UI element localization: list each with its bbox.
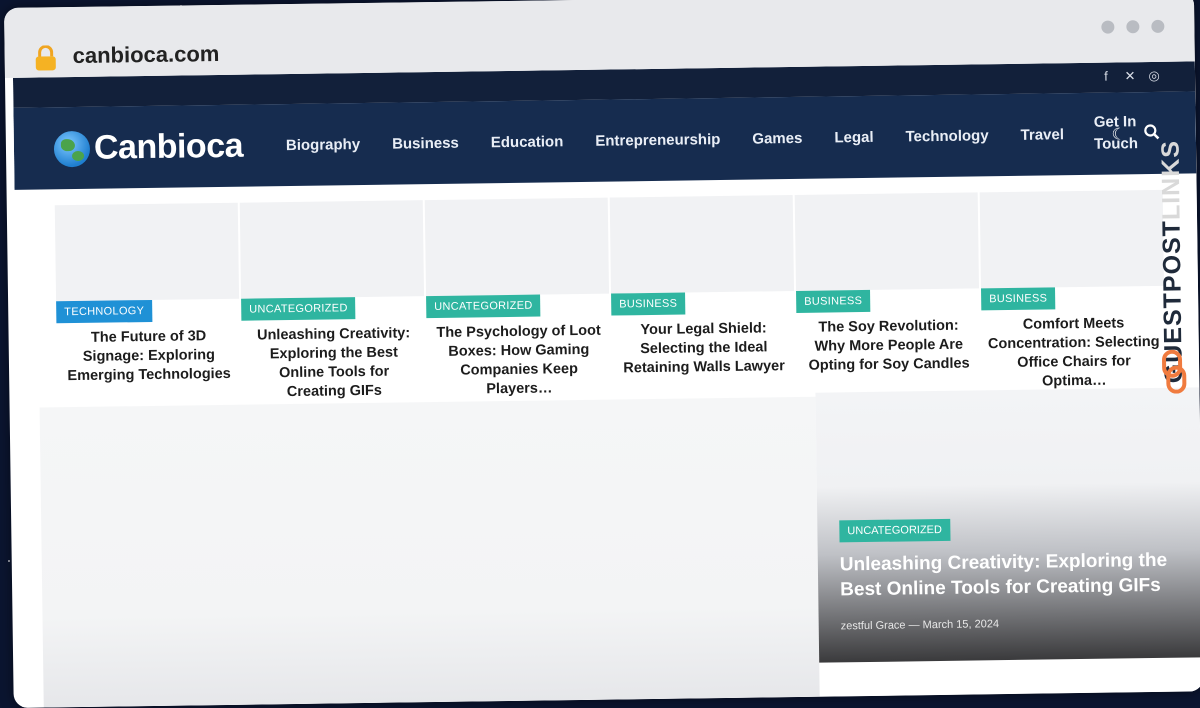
post-title[interactable]: Unleashing Creativity: Exploring the Bes… <box>247 324 420 402</box>
post-card[interactable]: TECHNOLOGY The Future of 3D Signage: Exp… <box>54 202 243 396</box>
post-title[interactable]: The Future of 3D Signage: Exploring Emer… <box>62 327 235 386</box>
meta-separator: — <box>908 619 920 632</box>
post-thumbnail[interactable] <box>54 202 240 302</box>
post-card[interactable]: BUSINESS Comfort Meets Concentration: Se… <box>979 189 1168 390</box>
post-thumbnail[interactable] <box>979 189 1164 289</box>
category-badge[interactable]: BUSINESS <box>611 292 686 316</box>
category-badge[interactable]: UNCATEGORIZED <box>426 294 541 319</box>
main-navigation: Canbioca Biography Business Education En… <box>13 91 1197 190</box>
hero-main-image[interactable] <box>39 396 820 708</box>
nav-item-games[interactable]: Games <box>736 129 818 147</box>
post-title[interactable]: The Psychology of Loot Boxes: How Gaming… <box>432 322 605 400</box>
nav-item-business[interactable]: Business <box>376 134 475 152</box>
post-card[interactable]: UNCATEGORIZED Unleashing Creativity: Exp… <box>239 200 428 400</box>
post-title[interactable]: Comfort Meets Concentration: Selecting O… <box>987 314 1160 392</box>
category-badge[interactable]: TECHNOLOGY <box>56 299 153 324</box>
post-title[interactable]: Your Legal Shield: Selecting the Ideal R… <box>617 319 790 378</box>
browser-window: canbioca.com f ✕ ◎ Canbioca Biography Bu… <box>4 0 1200 708</box>
window-dot[interactable] <box>1126 20 1140 34</box>
instagram-icon[interactable]: ◎ <box>1147 68 1161 84</box>
post-thumbnail[interactable] <box>239 200 425 299</box>
post-thumbnail[interactable] <box>424 197 610 297</box>
post-title[interactable]: The Soy Revolution: Why More People Are … <box>802 316 975 375</box>
category-badge[interactable]: BUSINESS <box>981 287 1056 311</box>
featured-posts-row: TECHNOLOGY The Future of 3D Signage: Exp… <box>54 189 1168 400</box>
post-card[interactable]: BUSINESS Your Legal Shield: Selecting th… <box>609 195 798 388</box>
lock-icon <box>35 45 56 71</box>
category-badge[interactable]: BUSINESS <box>796 289 871 313</box>
post-date: March 15, 2024 <box>922 618 1000 632</box>
nav-item-education[interactable]: Education <box>475 132 580 151</box>
category-badge[interactable]: UNCATEGORIZED <box>241 297 356 321</box>
post-thumbnail[interactable] <box>794 192 980 291</box>
url-text[interactable]: canbioca.com <box>72 41 219 69</box>
post-meta: zestful Grace — March 15, 2024 <box>841 618 1000 632</box>
post-thumbnail[interactable] <box>609 195 795 294</box>
window-controls <box>1101 19 1165 34</box>
window-dot[interactable] <box>1101 20 1115 34</box>
hero-post-title[interactable]: Unleashing Creativity: Exploring the Bes… <box>840 548 1181 603</box>
nav-item-entrepreneurship[interactable]: Entrepreneurship <box>579 130 736 150</box>
watermark-text: GUESTPOSTLINKS <box>1156 113 1189 384</box>
facebook-icon[interactable]: f <box>1099 69 1113 85</box>
social-links: f ✕ ◎ <box>1099 68 1161 85</box>
post-card[interactable]: BUSINESS The Soy Revolution: Why More Pe… <box>794 192 983 385</box>
nav-tools: ☾ <box>1111 124 1160 145</box>
category-badge[interactable]: UNCATEGORIZED <box>839 518 951 543</box>
nav-item-travel[interactable]: Travel <box>1004 125 1080 144</box>
post-author[interactable]: zestful Grace <box>841 619 906 632</box>
site-logo[interactable]: Canbioca <box>53 126 244 169</box>
nav-item-technology[interactable]: Technology <box>889 127 1004 146</box>
website: f ✕ ◎ Canbioca Biography Business Educat… <box>12 61 1200 708</box>
post-card[interactable]: UNCATEGORIZED The Psychology of Loot Box… <box>424 197 613 397</box>
hero-side-post[interactable]: UNCATEGORIZED Unleashing Creativity: Exp… <box>815 387 1200 663</box>
logo-text: Canbioca <box>93 126 244 167</box>
nav-item-biography[interactable]: Biography <box>270 135 376 154</box>
guestpost-links-watermark: GUESTPOSTLINKS <box>1154 113 1194 413</box>
globe-icon <box>53 130 91 167</box>
moon-icon[interactable]: ☾ <box>1111 124 1126 144</box>
nav-menu: Biography Business Education Entrepreneu… <box>269 92 1162 186</box>
chain-link-icon <box>1162 349 1187 394</box>
window-dot[interactable] <box>1151 19 1165 33</box>
watermark-word-links: LINKS <box>1156 139 1186 221</box>
x-icon[interactable]: ✕ <box>1123 68 1137 84</box>
nav-item-legal[interactable]: Legal <box>818 128 889 146</box>
